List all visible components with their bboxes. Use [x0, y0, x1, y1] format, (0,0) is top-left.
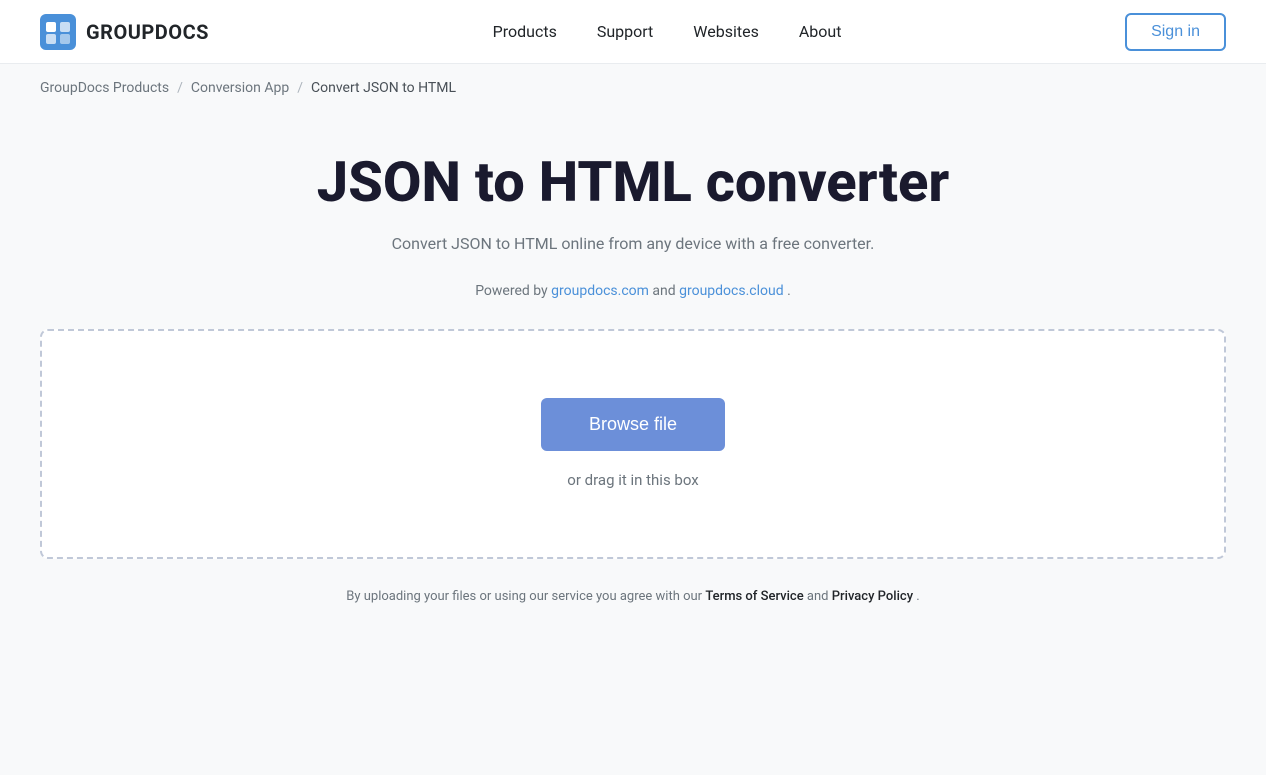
- footer-note-suffix: .: [916, 589, 919, 604]
- powered-by-link-cloud[interactable]: groupdocs.cloud: [679, 283, 784, 299]
- nav-about[interactable]: About: [799, 18, 842, 45]
- drop-zone[interactable]: Browse file or drag it in this box: [40, 329, 1226, 559]
- main-content: JSON to HTML converter Convert JSON to H…: [0, 112, 1266, 624]
- breadcrumb-current: Convert JSON to HTML: [311, 80, 456, 96]
- breadcrumb-separator-2: /: [297, 80, 303, 96]
- powered-by-and: and: [652, 283, 679, 299]
- footer-note-prefix: By uploading your files or using our ser…: [346, 589, 705, 604]
- logo-text: GROUPDOCS: [86, 20, 209, 44]
- footer-note: By uploading your files or using our ser…: [346, 589, 919, 604]
- nav-products[interactable]: Products: [493, 18, 557, 45]
- nav-support[interactable]: Support: [597, 18, 653, 45]
- breadcrumb: GroupDocs Products / Conversion App / Co…: [0, 64, 1266, 112]
- drag-text: or drag it in this box: [567, 471, 698, 489]
- sign-in-button[interactable]: Sign in: [1125, 13, 1226, 51]
- breadcrumb-groupdocs-products[interactable]: GroupDocs Products: [40, 80, 169, 96]
- breadcrumb-separator-1: /: [177, 80, 183, 96]
- logo[interactable]: GROUPDOCS: [40, 14, 209, 50]
- powered-by-prefix: Powered by: [475, 283, 551, 299]
- nav-websites[interactable]: Websites: [693, 18, 759, 45]
- powered-by: Powered by groupdocs.com and groupdocs.c…: [475, 283, 791, 299]
- page-subtitle: Convert JSON to HTML online from any dev…: [392, 234, 875, 253]
- powered-by-link-com[interactable]: groupdocs.com: [551, 283, 649, 299]
- header: GROUPDOCS Products Support Websites Abou…: [0, 0, 1266, 64]
- terms-of-service-link[interactable]: Terms of Service: [705, 589, 803, 604]
- breadcrumb-conversion-app[interactable]: Conversion App: [191, 80, 289, 96]
- main-nav: Products Support Websites About: [493, 18, 842, 45]
- privacy-policy-link[interactable]: Privacy Policy: [832, 589, 913, 604]
- powered-by-suffix: .: [787, 283, 791, 299]
- logo-icon: [40, 14, 76, 50]
- browse-file-button[interactable]: Browse file: [541, 398, 725, 451]
- page-title: JSON to HTML converter: [317, 152, 949, 214]
- footer-note-and: and: [807, 589, 832, 604]
